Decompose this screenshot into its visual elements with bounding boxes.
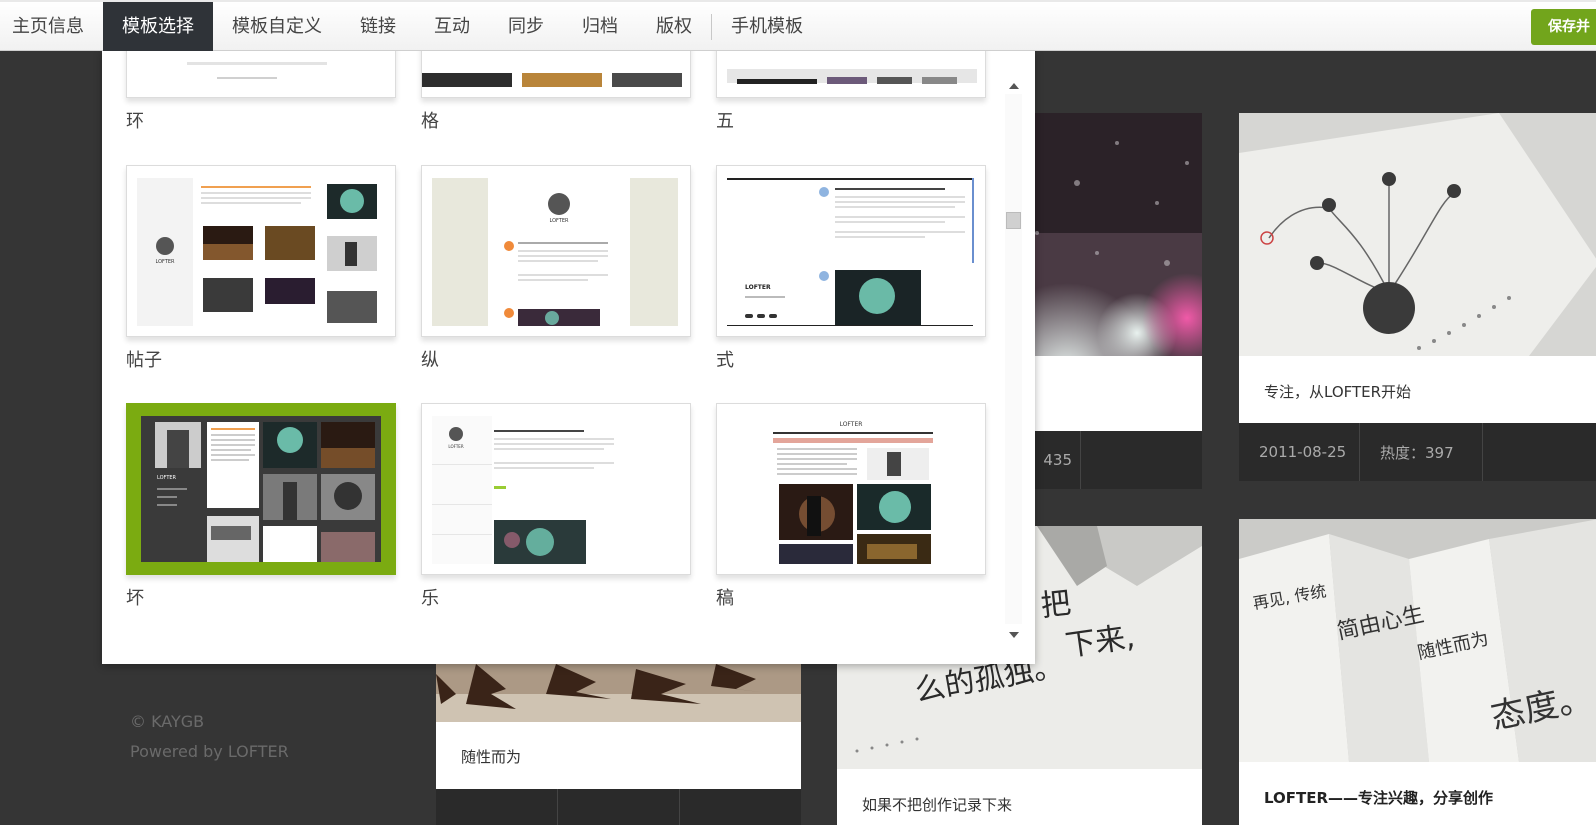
post-card-leaves[interactable]: 随性而为 [436, 664, 801, 789]
template-thumb-huai-selected[interactable]: LOFTER [126, 403, 396, 575]
save-and-publish-button[interactable]: 保存并 [1531, 9, 1596, 45]
tab-sync[interactable]: 同步 [489, 2, 563, 51]
template-preview: LOFTER [422, 166, 690, 336]
tab-archive[interactable]: 归档 [563, 2, 637, 51]
thumb-brand: LOFTER [840, 421, 863, 428]
scroll-down-arrow-icon[interactable] [1009, 632, 1019, 638]
template-label-wu: 五 [716, 111, 734, 132]
tab-homepage-info[interactable]: 主页信息 [0, 2, 103, 51]
post-image-booklet: 再见, 传统 简由心生 随性而为 态度。 [1239, 519, 1596, 762]
post-text-3: 随性而为 [461, 748, 522, 766]
scrollbar-track[interactable] [1005, 94, 1022, 624]
post-date: 2011-08-25 [1239, 423, 1360, 481]
post-meta-cell [436, 789, 558, 825]
template-picker-panel: 环 格 五 LOFTER LOFTER LOFTER 帖子 纵 式 LOFTER… [102, 51, 1035, 664]
post-meta-cell [558, 789, 680, 825]
template-preview [422, 51, 690, 97]
post-hot: 热度：397 [1360, 423, 1483, 481]
template-preview: LOFTER [717, 166, 985, 336]
template-label-ge: 格 [421, 111, 439, 132]
post-hot-text: 435 [1043, 451, 1072, 469]
post-meta-cell [1081, 431, 1202, 489]
scroll-up-arrow-icon[interactable] [1009, 83, 1019, 89]
template-label-shi: 式 [716, 350, 734, 371]
template-thumb-ge[interactable] [421, 51, 691, 98]
template-thumb-le[interactable]: LOFTER [421, 403, 691, 575]
nav-tabs: 主页信息 模板选择 模板自定义 链接 互动 同步 归档 版权 手机模板 [0, 2, 822, 51]
thumb-brand: LOFTER [155, 259, 175, 265]
template-preview: LOFTER [141, 416, 381, 562]
template-thumb-huan[interactable] [126, 51, 396, 98]
thumb-brand: LOFTER [745, 284, 771, 291]
tab-copyright[interactable]: 版权 [637, 2, 711, 51]
template-label-tiezi: 帖子 [126, 350, 162, 371]
top-navigation-bar: 主页信息 模板选择 模板自定义 链接 互动 同步 归档 版权 手机模板 保存并 [0, 0, 1596, 51]
template-label-gao: 稿 [716, 588, 734, 609]
template-label-zong: 纵 [421, 350, 439, 371]
tab-links[interactable]: 链接 [341, 2, 415, 51]
tab-template-select[interactable]: 模板选择 [103, 2, 213, 51]
template-preview: LOFTER [717, 404, 985, 574]
template-label-le: 乐 [421, 588, 439, 609]
thumb-brand: LOFTER [448, 444, 463, 449]
post-text-1: 专注，从LOFTER开始 [1264, 383, 1412, 401]
template-label-huan: 环 [126, 111, 144, 132]
tab-template-customize[interactable]: 模板自定义 [213, 2, 341, 51]
template-thumb-tiezi[interactable]: LOFTER [126, 165, 396, 337]
footer-copyright: © KAYGB [130, 712, 205, 731]
post-meta-bar-leaves [436, 789, 801, 825]
post-meta-cell [680, 789, 801, 825]
panel-scrollbar[interactable] [1005, 78, 1022, 638]
svg-text:把: 把 [1039, 586, 1072, 624]
post-card-mindmap[interactable]: 专注，从LOFTER开始 [1239, 113, 1596, 423]
template-preview [717, 51, 985, 97]
thumb-brand: LOFTER [157, 475, 177, 481]
template-thumb-gao[interactable]: LOFTER [716, 403, 986, 575]
post-image-leaves [436, 664, 801, 722]
tab-interaction[interactable]: 互动 [415, 2, 489, 51]
post-card-booklet[interactable]: 再见, 传统 简由心生 随性而为 态度。 LOFTER——专注兴趣，分享创作 [1239, 519, 1596, 825]
post-meta-cell [1483, 423, 1596, 481]
scrollbar-thumb[interactable] [1006, 212, 1021, 229]
tab-mobile-template[interactable]: 手机模板 [712, 2, 822, 51]
template-label-huai: 坏 [126, 588, 144, 609]
template-preview: LOFTER [422, 404, 690, 574]
template-thumb-wu[interactable] [716, 51, 986, 98]
template-thumb-zong[interactable]: LOFTER [421, 165, 691, 337]
post-image-mindmap [1239, 113, 1596, 356]
template-thumb-shi[interactable]: LOFTER [716, 165, 986, 337]
post-text-5: LOFTER——专注兴趣，分享创作 [1264, 789, 1494, 807]
footer-powered-by[interactable]: Powered by LOFTER [130, 742, 289, 761]
template-preview: LOFTER [127, 166, 395, 336]
template-preview [127, 51, 395, 97]
thumb-brand: LOFTER [549, 218, 569, 224]
post-meta-bar-mindmap: 2011-08-25 热度：397 [1239, 423, 1596, 481]
post-text-4: 如果不把创作记录下来 [862, 796, 1013, 814]
